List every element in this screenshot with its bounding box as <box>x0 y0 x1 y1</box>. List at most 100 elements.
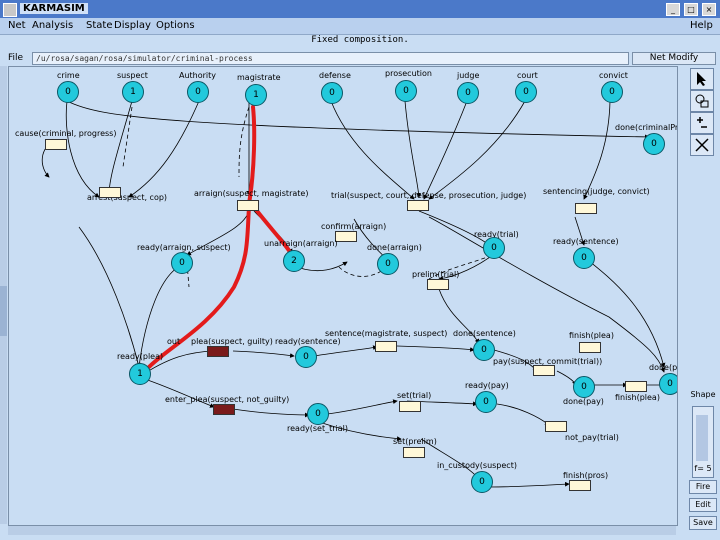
place-label-ready-plea: ready(plea) <box>117 352 164 361</box>
place-label-done-pay: done(pay) <box>563 397 604 406</box>
place-court[interactable]: 0 <box>515 81 537 103</box>
menu-options[interactable]: Options <box>156 20 195 31</box>
place-in-custody[interactable]: 0 <box>471 471 493 493</box>
trans-label-finish-plea: finish(plea) <box>569 331 614 340</box>
place-ready-arraign[interactable]: 0 <box>171 252 193 274</box>
transition-sentence[interactable] <box>375 341 397 352</box>
menu-help[interactable]: Help <box>690 20 713 31</box>
place-label-ready-set-trial: ready(set_trial) <box>287 424 348 433</box>
trans-label-sentencing: sentencing(judge, convict) <box>543 187 650 196</box>
window-title: KARMASIM <box>20 3 88 14</box>
file-path-field[interactable]: /u/rosa/sagan/rosa/simulator/criminal-pr… <box>32 52 629 65</box>
net-canvas[interactable]: crime 0 suspect 1 Authority 0 magistrate… <box>8 66 678 526</box>
place-ready-set-trial[interactable]: 0 <box>307 403 329 425</box>
arrow-icon <box>697 72 706 86</box>
transition-arrest[interactable] <box>99 187 121 198</box>
transition-prelim[interactable] <box>427 279 449 290</box>
transition-trial[interactable] <box>407 200 429 211</box>
place-label-done-sentence: done(sentence) <box>453 329 516 338</box>
place-judge[interactable]: 0 <box>457 82 479 104</box>
trans-label-out: out <box>167 337 181 346</box>
transition-cause[interactable] <box>45 139 67 150</box>
transition-finish-plea[interactable] <box>579 342 601 353</box>
title-bar: KARMASIM _ □ × <box>0 0 720 18</box>
transition-enter-plea[interactable] <box>213 404 235 415</box>
place-magistrate[interactable]: 1 <box>245 84 267 106</box>
place-done-sentence[interactable]: 0 <box>473 339 495 361</box>
trans-label-prelim: prelim(trial) <box>412 270 460 279</box>
place-done-pay[interactable]: 0 <box>573 376 595 398</box>
menu-net[interactable]: Net <box>8 20 26 31</box>
trans-label-plea-guilty: plea(suspect, guilty) <box>191 337 273 346</box>
net-name: Fixed composition. <box>311 35 409 45</box>
place-label-judge: judge <box>457 71 480 80</box>
delete-tool[interactable] <box>690 134 714 156</box>
file-row: File /u/rosa/sagan/rosa/simulator/crimin… <box>0 51 720 66</box>
place-label-convict: convict <box>599 71 628 80</box>
trans-label-cause: cause(criminal, progress) <box>15 129 117 138</box>
horizontal-scrollbar[interactable] <box>8 525 676 535</box>
scrollbar-thumb[interactable] <box>0 286 7 336</box>
place-done-criminal[interactable]: 0 <box>643 133 665 155</box>
transition-confirm[interactable] <box>335 231 357 242</box>
arc-tool[interactable] <box>690 112 714 134</box>
place-prosecution[interactable]: 0 <box>395 80 417 102</box>
vertical-scrollbar[interactable] <box>0 66 7 524</box>
minimize-button[interactable]: _ <box>666 3 680 16</box>
trans-label-finish-pros: finish(pros) <box>563 471 609 480</box>
transition-set-trial[interactable] <box>399 401 421 412</box>
file-label: File <box>8 53 24 63</box>
trans-label-trial: trial(suspect, court, defense, prosecuti… <box>331 191 527 200</box>
place-label-prosecution: prosecution <box>385 69 432 78</box>
place-label-crime: crime <box>57 71 80 80</box>
transition-plea-guilty[interactable] <box>207 346 229 357</box>
pointer-tool[interactable] <box>690 68 714 90</box>
place-tool[interactable] <box>690 90 714 112</box>
app-icon[interactable] <box>3 3 17 17</box>
place-ready-sentence[interactable]: 0 <box>295 346 317 368</box>
place-label-defense: defense <box>319 71 351 80</box>
transition-sentencing[interactable] <box>575 203 597 214</box>
trans-label-enter-plea: enter_plea(suspect, not_guilty) <box>165 395 290 404</box>
place-label-authority: Authority <box>179 71 217 80</box>
trans-label-set-trial: set(trial) <box>397 391 432 400</box>
slider-knob[interactable] <box>696 415 708 461</box>
place-ready-trial[interactable]: 0 <box>483 237 505 259</box>
place-label-court: court <box>517 71 538 80</box>
transition-finish-plea-2[interactable] <box>625 381 647 392</box>
trans-label-set-prelim: set(prelim) <box>393 437 437 446</box>
transition-arraign[interactable] <box>237 200 259 211</box>
place-unarraign[interactable]: 2 <box>283 250 305 272</box>
tool-palette: Shape f= 5 Fire Edit Save <box>688 66 720 540</box>
transition-not-pay[interactable] <box>545 421 567 432</box>
place-defense[interactable]: 0 <box>321 82 343 104</box>
place-ready-sentence-top[interactable]: 0 <box>573 247 595 269</box>
place-label-magistrate: magistrate <box>237 73 281 82</box>
save-button[interactable]: Save <box>689 516 717 530</box>
net-modify-button[interactable]: Net Modify <box>632 52 716 65</box>
menu-analysis[interactable]: Analysis <box>32 20 73 31</box>
place-crime[interactable]: 0 <box>57 81 79 103</box>
place-authority[interactable]: 0 <box>187 81 209 103</box>
place-ready-plea[interactable]: 1 <box>129 363 151 385</box>
transition-set-prelim[interactable] <box>403 447 425 458</box>
place-done-plea[interactable]: 0 <box>659 373 677 395</box>
fire-button[interactable]: Fire <box>689 480 717 494</box>
shape-label: Shape <box>690 390 716 399</box>
edit-button[interactable]: Edit <box>689 498 717 512</box>
place-convict[interactable]: 0 <box>601 81 623 103</box>
maximize-button[interactable]: □ <box>684 3 698 16</box>
trans-label-arraign: arraign(suspect, magistrate) <box>194 189 309 198</box>
transition-pay[interactable] <box>533 365 555 376</box>
place-suspect[interactable]: 1 <box>122 81 144 103</box>
place-done-arraign[interactable]: 0 <box>377 253 399 275</box>
transition-finish-pros[interactable] <box>569 480 591 491</box>
place-label-done-criminal: done(criminalProcess) <box>615 123 678 132</box>
slider-readout: f= 5 <box>694 464 712 473</box>
place-label-done-plea: done(plea) <box>649 363 678 372</box>
place-ready-pay[interactable]: 0 <box>475 391 497 413</box>
place-label-ready-arraign: ready(arraign, suspect) <box>137 243 231 252</box>
close-button[interactable]: × <box>702 3 716 16</box>
menu-state[interactable]: State <box>86 20 112 31</box>
menu-display[interactable]: Display <box>114 20 151 31</box>
